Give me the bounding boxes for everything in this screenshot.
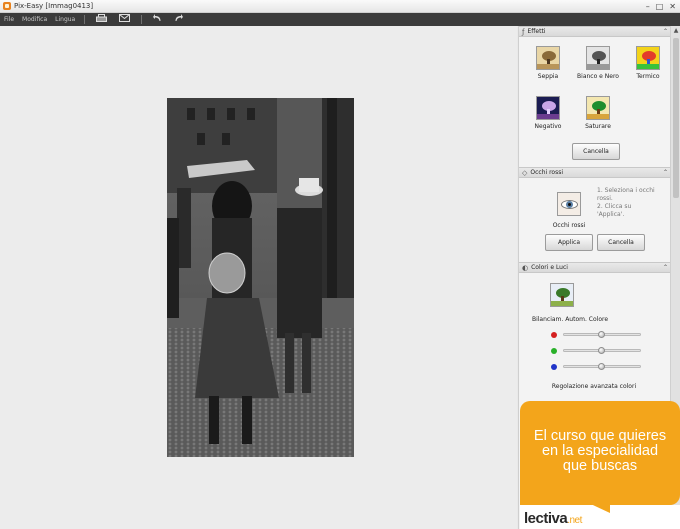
scroll-thumb[interactable] — [673, 38, 679, 198]
close-button[interactable]: ✕ — [669, 1, 676, 12]
instruction-line: 'Applica'. — [597, 211, 625, 218]
instruction-line: 2. Clicca su — [597, 203, 632, 210]
menu-file[interactable]: File — [4, 16, 14, 23]
lectiva-logo[interactable]: lectiva.net — [524, 510, 582, 527]
toolbar-separator — [84, 15, 86, 24]
ad-line: en la especialidad — [541, 443, 659, 459]
effect-label: Saturare — [585, 123, 611, 130]
window-controls: – □ ✕ — [646, 1, 676, 12]
occhi-cancel-button[interactable]: Cancella — [597, 234, 645, 251]
thermal-tree-icon — [636, 46, 660, 70]
apply-button[interactable]: Applica — [545, 234, 593, 251]
menu-bar: File Modifica Lingua — [0, 13, 680, 26]
section-title: Effetti — [527, 28, 546, 35]
advanced-color-link[interactable]: Regolazione avanzata colori — [539, 383, 649, 390]
logo-suffix: .net — [567, 515, 582, 526]
ad-line: El curso que quieres — [533, 428, 667, 444]
effect-label: Negativo — [534, 123, 562, 130]
menu-modifica[interactable]: Modifica — [22, 16, 47, 23]
effect-seppia[interactable]: Seppia — [523, 46, 573, 80]
minimize-button[interactable]: – — [646, 1, 650, 12]
bw-tree-icon — [586, 46, 610, 70]
effect-negativo[interactable]: Negativo — [523, 96, 573, 130]
section-header-effetti[interactable]: ƒ Effetti ⌃ — [519, 26, 671, 37]
red-eye-label: Occhi rossi — [552, 222, 586, 229]
image-canvas[interactable] — [0, 26, 517, 529]
section-title: Colori e Luci — [531, 264, 568, 271]
effect-label: Bianco e Nero — [577, 73, 619, 80]
effetti-cancel-button[interactable]: Cancella — [572, 143, 620, 160]
green-channel-dot — [551, 348, 557, 354]
app-icon — [3, 2, 11, 10]
advertisement-banner[interactable]: El curso que quieres en la especialidad … — [520, 401, 680, 529]
red-eye-icon[interactable] — [557, 192, 581, 216]
instruction-line: rossi. — [597, 195, 613, 202]
section-header-occhi-rossi[interactable]: ◇ Occhi rossi ⌃ — [519, 167, 671, 178]
sepia-tree-icon — [536, 46, 560, 70]
auto-color-tree-icon[interactable] — [550, 283, 574, 307]
red-slider-knob[interactable] — [598, 331, 605, 338]
section-header-colori-luci[interactable]: ◐ Colori e Luci ⌃ — [519, 262, 671, 273]
effect-label: Seppia — [537, 73, 559, 80]
negative-tree-icon — [536, 96, 560, 120]
logo-main: lectiva — [524, 510, 568, 527]
collapse-icon[interactable]: ⌃ — [663, 264, 668, 271]
effect-saturare[interactable]: Saturare — [573, 96, 623, 130]
menu-lingua[interactable]: Lingua — [55, 16, 75, 23]
color-icon: ◐ — [522, 263, 529, 272]
print-icon[interactable] — [96, 13, 108, 26]
collapse-icon[interactable]: ⌃ — [663, 28, 668, 35]
undo-icon[interactable] — [153, 13, 162, 26]
eye-icon: ◇ — [522, 168, 528, 177]
redo-icon[interactable] — [174, 13, 184, 26]
title-bar: Pix-Easy [Immag0413] – □ ✕ — [0, 0, 680, 13]
photo-preview[interactable] — [167, 98, 354, 457]
red-channel-dot — [551, 332, 557, 338]
effect-bianco-nero[interactable]: Bianco e Nero — [573, 46, 623, 80]
effects-icon: ƒ — [522, 27, 525, 36]
effect-termico[interactable]: Termico — [623, 46, 673, 80]
green-slider-knob[interactable] — [598, 347, 605, 354]
instruction-line: 1. Seleziona i occhi — [597, 187, 655, 194]
maximize-button[interactable]: □ — [656, 1, 664, 12]
effect-label: Termico — [636, 73, 660, 80]
auto-color-label: Bilanciam. Autom. Colore — [531, 316, 609, 323]
email-icon[interactable] — [119, 13, 131, 26]
window-title: Pix-Easy [Immag0413] — [14, 2, 94, 10]
blue-slider-knob[interactable] — [598, 363, 605, 370]
scroll-up-icon[interactable]: ▲ — [672, 27, 680, 35]
saturate-tree-icon — [586, 96, 610, 120]
toolbar-separator — [141, 15, 143, 24]
section-title: Occhi rossi — [530, 169, 564, 176]
blue-channel-dot — [551, 364, 557, 370]
ad-line: que buscas — [562, 458, 638, 474]
collapse-icon[interactable]: ⌃ — [663, 169, 668, 176]
ad-text: El curso que quieres en la especialidad … — [526, 429, 674, 474]
